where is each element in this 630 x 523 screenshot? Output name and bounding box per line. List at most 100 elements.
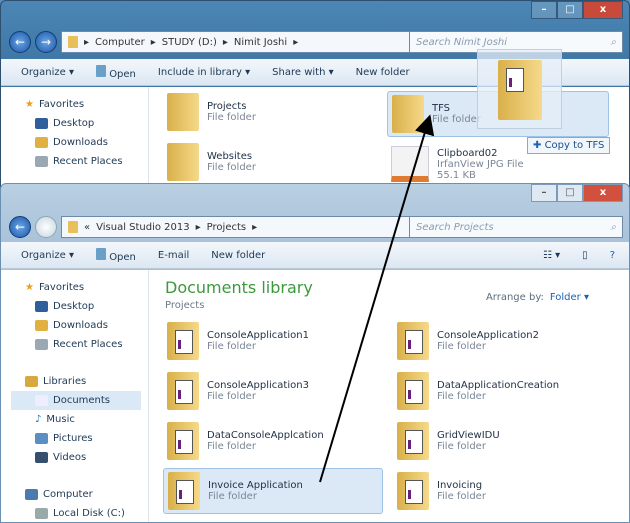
sidebar-favorites[interactable]: ★ Favorites [25, 95, 148, 114]
project-folder-item[interactable]: GridViewIDU File folder [393, 418, 613, 464]
minimize-button[interactable]: – [531, 1, 557, 19]
project-folder-item[interactable]: ConsoleApplication2 File folder [393, 318, 613, 364]
desktop-icon [35, 301, 48, 312]
project-folder-item[interactable]: ConsoleApplication1 File folder [163, 318, 383, 364]
sidebar-item-recent[interactable]: Recent Places [25, 335, 148, 354]
folder-icon [167, 93, 199, 131]
videos-icon [35, 452, 48, 463]
star-icon: ★ [25, 99, 34, 110]
project-folder-item[interactable]: ConsoleApplication3 File folder [163, 368, 383, 414]
back-explorer-window: – □ x ← → ▸ Computer ▸ STUDY (D:) ▸ Nimit Jo… [0, 0, 630, 190]
project-folder-item[interactable]: DataApplicationCreation File folder [393, 368, 613, 414]
item-type: File folder [437, 341, 486, 352]
copy-to-tooltip: ✚ Copy to TFS [527, 137, 611, 154]
item-name: ConsoleApplication1 [207, 330, 309, 341]
open-icon [96, 247, 106, 260]
recent-places-icon [35, 339, 48, 350]
arrange-by-dropdown[interactable]: Folder ▾ [550, 292, 589, 303]
address-bar[interactable]: ▸ Computer ▸ STUDY (D:) ▸ Nimit Joshi ▸ [61, 31, 426, 53]
search-icon: ⌕ [610, 36, 616, 48]
item-type: File folder [208, 491, 257, 502]
maximize-button[interactable]: □ [557, 1, 583, 19]
sidebar-item-recent[interactable]: Recent Places [25, 152, 148, 171]
item-type: File folder [207, 341, 256, 352]
item-type: File folder [207, 391, 256, 402]
preview-pane-icon[interactable]: ▯ [582, 250, 588, 261]
vs-project-folder-icon [167, 322, 199, 360]
sidebar-item-pictures[interactable]: Pictures [25, 429, 148, 448]
new-folder-button[interactable]: New folder [211, 250, 265, 261]
project-folder-item[interactable]: Invoicing File folder [393, 468, 613, 514]
back-button[interactable]: ← [9, 216, 31, 238]
open-button[interactable]: Open [96, 247, 136, 263]
recent-places-icon [35, 156, 48, 167]
search-icon: ⌕ [610, 221, 616, 233]
window-controls: – □ x [531, 1, 623, 19]
vs-project-folder-icon [397, 372, 429, 410]
star-icon: ★ [25, 282, 34, 293]
item-type: File folder [437, 491, 486, 502]
address-bar[interactable]: « Visual Studio 2013 ▸ Projects ▸ [61, 216, 426, 238]
item-name: GridViewIDU [437, 430, 500, 441]
disk-icon [35, 508, 48, 519]
organize-button[interactable]: Organize ▾ [21, 250, 74, 261]
item-name: DataConsoleApplcation [207, 430, 324, 441]
vs-project-icon [498, 60, 542, 120]
item-name: Invoicing [437, 480, 483, 491]
item-name: Invoice Application [208, 480, 303, 491]
email-button[interactable]: E-mail [158, 250, 189, 261]
vs-project-folder-icon [168, 472, 200, 510]
documents-icon [35, 395, 48, 406]
project-folder-item[interactable]: Invoice Application File folder [163, 468, 383, 514]
project-folder-item[interactable]: DataConsoleApplcation File folder [163, 418, 383, 464]
view-options-icon[interactable]: ☷ ▾ [543, 250, 560, 261]
search-input[interactable]: Search Projects ⌕ [409, 216, 623, 238]
open-button[interactable]: Open [96, 64, 136, 80]
close-button[interactable]: x [583, 184, 623, 202]
include-in-library-button[interactable]: Include in library ▾ [158, 67, 250, 78]
sidebar-item-documents[interactable]: Documents [11, 391, 141, 410]
breadcrumb-nimit[interactable]: Nimit Joshi [234, 37, 287, 48]
sidebar-item-music[interactable]: ♪ Music [25, 410, 148, 429]
sidebar-item-desktop[interactable]: Desktop [25, 297, 148, 316]
item-type: File folder [207, 441, 256, 452]
forward-button[interactable] [35, 216, 57, 238]
computer-icon [25, 489, 38, 500]
open-icon [96, 64, 106, 77]
arrange-by: Arrange by: Folder ▾ [485, 292, 589, 303]
file-item[interactable]: Websites File folder [163, 139, 383, 185]
file-item[interactable]: Projects File folder [163, 89, 383, 135]
new-folder-button[interactable]: New folder [356, 67, 410, 78]
sidebar-item-desktop[interactable]: Desktop [25, 114, 148, 133]
folder-icon [167, 143, 199, 181]
vs-project-folder-icon [397, 422, 429, 460]
item-type: File folder [437, 391, 486, 402]
close-button[interactable]: x [583, 1, 623, 19]
minimize-button[interactable]: – [531, 184, 557, 202]
desktop-icon [35, 118, 48, 129]
maximize-button[interactable]: □ [557, 184, 583, 202]
window-controls: – □ x [531, 184, 623, 202]
breadcrumb-visual-studio[interactable]: Visual Studio 2013 [96, 222, 190, 233]
sidebar-libraries[interactable]: Libraries [25, 372, 148, 391]
breadcrumb-projects[interactable]: Projects [207, 222, 246, 233]
folder-icon [392, 95, 424, 133]
organize-button[interactable]: Organize ▾ [21, 67, 74, 78]
sidebar-item-downloads[interactable]: Downloads [25, 133, 148, 152]
breadcrumb-study[interactable]: STUDY (D:) [162, 37, 217, 48]
downloads-icon [35, 137, 48, 148]
forward-button[interactable]: → [35, 31, 57, 53]
vs-project-folder-icon [397, 322, 429, 360]
breadcrumb-computer[interactable]: Computer [95, 37, 145, 48]
sidebar-item-local-disk[interactable]: Local Disk (C:) [25, 504, 148, 522]
sidebar-favorites[interactable]: ★ Favorites [25, 278, 148, 297]
sidebar-item-videos[interactable]: Videos [25, 448, 148, 467]
folder-icon [68, 36, 78, 48]
library-title: Documents library [165, 278, 313, 297]
sidebar-computer[interactable]: Computer [25, 485, 148, 504]
share-with-button[interactable]: Share with ▾ [272, 67, 333, 78]
back-button[interactable]: ← [9, 31, 31, 53]
help-icon[interactable]: ? [610, 250, 615, 261]
sidebar-item-downloads[interactable]: Downloads [25, 316, 148, 335]
libraries-icon [25, 376, 38, 387]
